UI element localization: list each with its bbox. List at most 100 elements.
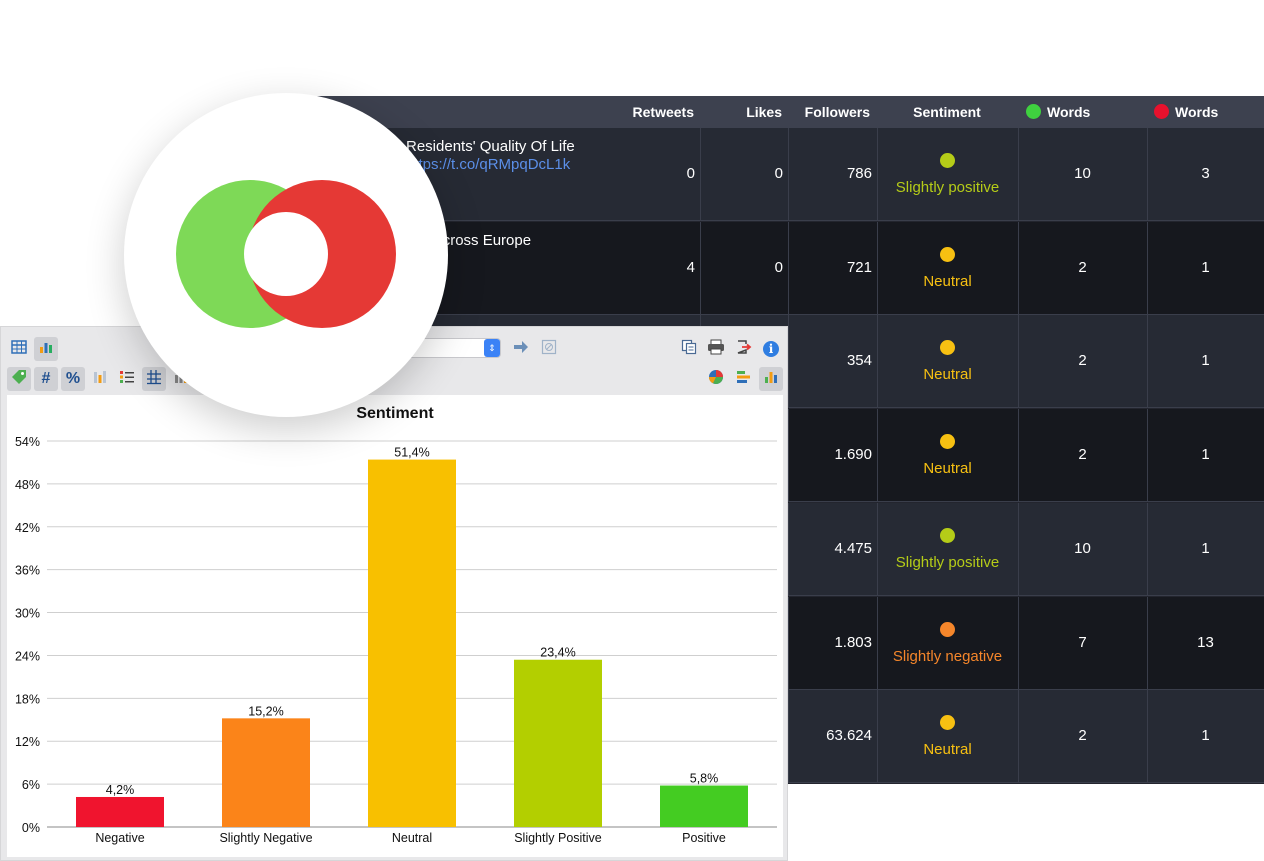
bar-positive (660, 785, 748, 827)
y-tick-label: 18% (15, 692, 40, 706)
venn-logo-icon (176, 180, 396, 328)
header-retweets[interactable]: Retweets (600, 96, 694, 128)
y-tick-label: 42% (15, 521, 40, 535)
x-tick-label: Positive (682, 831, 726, 845)
bar-negative (76, 796, 164, 827)
sentiment-dot-icon (940, 340, 955, 356)
header-likes[interactable]: Likes (700, 96, 782, 128)
bar-slightly-negative (222, 718, 310, 827)
info-button[interactable]: i (759, 337, 783, 361)
retweets-cell: 0 (686, 165, 695, 182)
negative-words-cell: 3 (1201, 165, 1210, 182)
column-divider (877, 315, 878, 408)
logo-center-shape (244, 212, 328, 296)
export-icon (736, 339, 752, 360)
data-label: 51,4% (394, 446, 429, 460)
data-label: 23,4% (540, 646, 575, 660)
bar-slightly-positive (514, 659, 602, 827)
column-divider (877, 596, 878, 689)
column-divider (788, 221, 789, 314)
negative-words-cell: 1 (1201, 539, 1210, 557)
followers-cell: 721 (846, 258, 872, 276)
sentiment-label: Slightly positive (895, 553, 1000, 571)
negative-dot-icon (1154, 104, 1169, 119)
tag-icon (11, 369, 27, 390)
followers-cell: 354 (846, 352, 872, 370)
arrow-right-icon (512, 339, 530, 360)
column-divider (788, 690, 789, 783)
clear-filter-button[interactable] (537, 337, 561, 361)
x-tick-label: Negative (95, 831, 144, 845)
retweets-cell: 4 (686, 258, 695, 276)
apply-button[interactable] (509, 337, 533, 361)
negative-words-cell: 1 (1201, 446, 1210, 464)
horizontal-bar-button[interactable] (732, 367, 756, 391)
sentiment-label: Neutral (923, 741, 972, 759)
print-button[interactable] (704, 337, 728, 361)
likes-cell: 0 (774, 165, 783, 182)
y-tick-label: 54% (15, 435, 40, 449)
sentiment-label: Slightly negative (892, 647, 1003, 665)
copy-icon (681, 339, 697, 360)
sentiment-label: Neutral (923, 366, 972, 384)
positive-words-cell: 2 (1078, 352, 1087, 370)
column-settings-button[interactable] (88, 367, 112, 391)
clear-filter-icon (541, 339, 557, 360)
followers-cell: 1.803 (834, 633, 872, 651)
chart-view-button[interactable] (34, 337, 58, 361)
sentiment-label: Slightly positive (895, 179, 1000, 196)
chart-plot-area: Sentiment 0% 6% 12% 18% 24% 30% 36% 42% 48% 54% 4,2… (7, 395, 783, 857)
positive-words-cell: 10 (1074, 539, 1091, 557)
chevron-updown-icon: ⇕ (484, 339, 500, 357)
followers-cell: 63.624 (826, 727, 872, 745)
logo-badge (124, 93, 448, 417)
pie-chart-icon (708, 369, 724, 390)
negative-words-cell: 13 (1197, 633, 1214, 651)
pie-chart-button[interactable] (704, 367, 728, 391)
y-tick-label: 48% (15, 478, 40, 492)
vertical-bar-icon (763, 369, 779, 390)
header-positive-words-label: Words (1047, 104, 1091, 120)
likes-cell: 0 (774, 258, 783, 276)
positive-dot-icon (1026, 104, 1041, 119)
header-sentiment[interactable]: Sentiment (877, 96, 1017, 128)
header-negative-words-label: Words (1175, 104, 1219, 120)
percent-icon: % (65, 370, 81, 387)
horizontal-bar-icon (736, 369, 752, 390)
sentiment-label: Neutral (923, 272, 972, 290)
x-tick-label: Slightly Positive (514, 831, 602, 845)
column-divider (877, 502, 878, 595)
x-tick-label: Neutral (392, 831, 432, 845)
followers-cell: 4.475 (834, 539, 872, 557)
count-button[interactable]: # (34, 367, 58, 391)
column-divider (788, 409, 789, 502)
negative-words-cell: 1 (1201, 352, 1210, 370)
y-tick-label: 12% (15, 735, 40, 749)
column-divider (877, 128, 878, 220)
column-divider (788, 128, 789, 220)
table-view-button[interactable] (7, 337, 31, 361)
x-tick-label: Slightly Negative (219, 831, 312, 845)
y-tick-label: 0% (22, 821, 40, 835)
positive-words-cell: 7 (1078, 633, 1087, 651)
data-label: 15,2% (248, 704, 283, 718)
percent-button[interactable]: % (61, 367, 85, 391)
export-button[interactable] (732, 337, 756, 361)
header-positive-words[interactable]: Words (1026, 96, 1146, 128)
column-divider (877, 690, 878, 783)
data-label: 5,8% (690, 772, 719, 786)
sentiment-label: Neutral (923, 460, 972, 478)
copy-button[interactable] (677, 337, 701, 361)
y-tick-label: 6% (22, 778, 40, 792)
vertical-bar-button[interactable] (759, 367, 783, 391)
followers-cell: 1.690 (834, 446, 872, 464)
negative-words-cell: 1 (1201, 258, 1210, 276)
tag-button[interactable] (7, 367, 31, 391)
positive-words-cell: 10 (1074, 165, 1091, 182)
header-followers[interactable]: Followers (790, 96, 870, 128)
header-negative-words[interactable]: Words (1154, 96, 1264, 128)
column-divider (877, 409, 878, 502)
positive-words-cell: 2 (1078, 446, 1087, 464)
followers-cell: 786 (846, 165, 872, 182)
y-tick-label: 30% (15, 607, 40, 621)
